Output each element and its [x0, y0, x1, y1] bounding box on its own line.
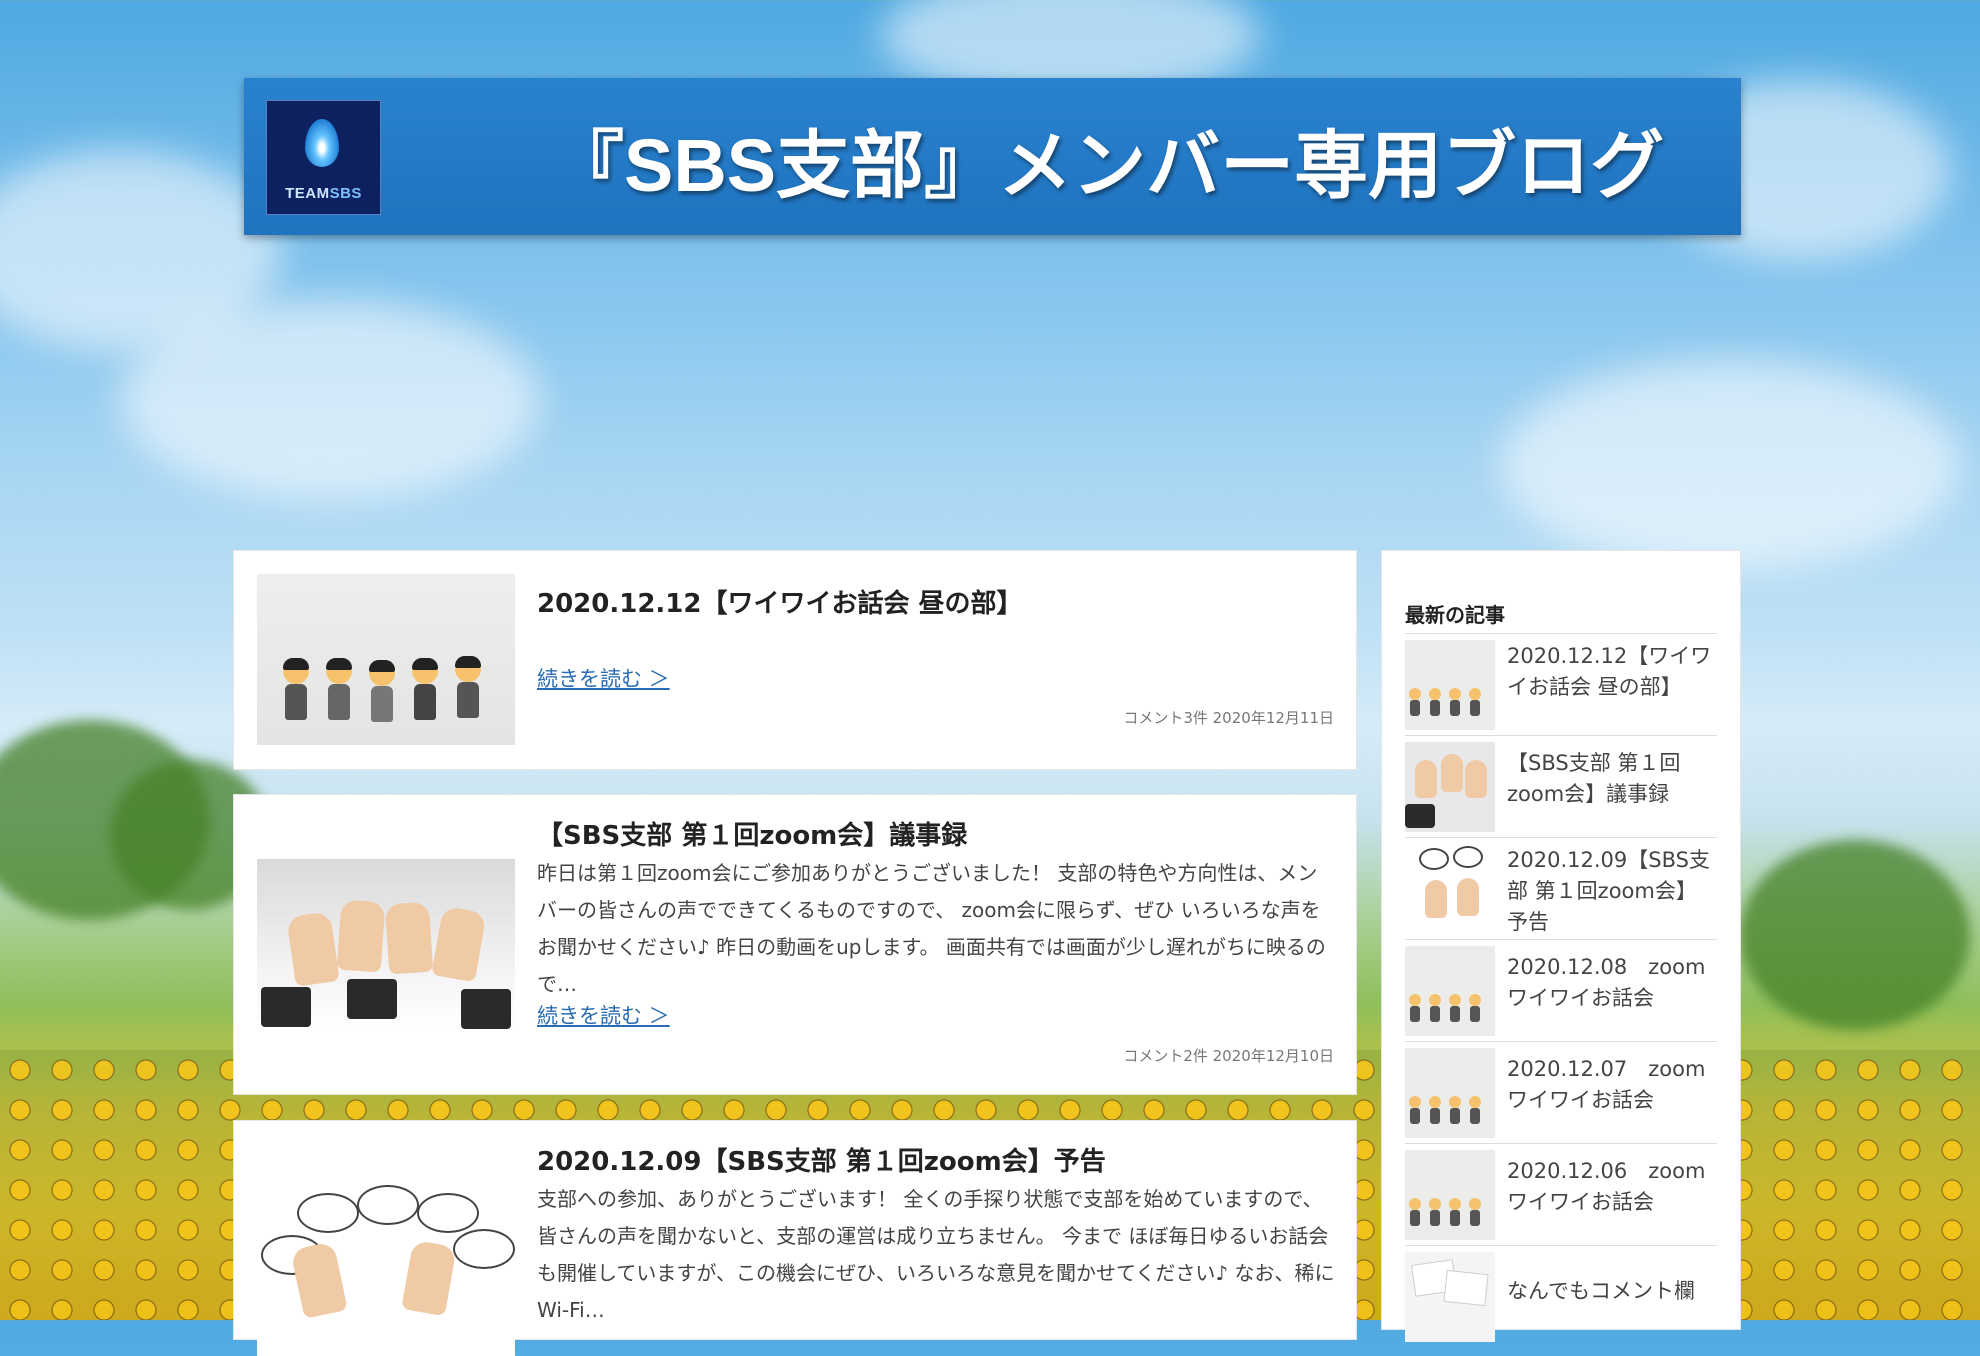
recent-post-thumbnail — [1405, 844, 1495, 934]
post-title[interactable]: 2020.12.12【ワイワイお話会 昼の部】 — [537, 583, 1023, 620]
recent-post-item[interactable]: 2020.12.09【SBS支部 第１回zoom会】予告 — [1405, 837, 1717, 939]
sidebar-heading: 最新の記事 — [1405, 603, 1505, 627]
post-thumbnail[interactable] — [257, 859, 515, 1030]
recent-post-item[interactable]: 2020.12.06 zoom ワイワイお話会 — [1405, 1143, 1717, 1245]
recent-post-label[interactable]: なんでもコメント欄 — [1507, 1276, 1712, 1307]
recent-post-thumbnail — [1405, 1150, 1495, 1240]
flame-icon — [305, 119, 339, 167]
recent-posts-list: 2020.12.12【ワイワイお話会 昼の部】 【SBS支部 第１回zoom会】… — [1405, 633, 1717, 1347]
recent-post-label[interactable]: 2020.12.09【SBS支部 第１回zoom会】予告 — [1507, 845, 1712, 938]
team-sbs-logo[interactable]: TEAMSBS — [266, 100, 381, 215]
recent-post-label[interactable]: 【SBS支部 第１回zoom会】議事録 — [1507, 748, 1712, 810]
recent-post-label[interactable]: 2020.12.06 zoom ワイワイお話会 — [1507, 1156, 1712, 1218]
read-more-link[interactable]: 続きを読む ＞ — [537, 663, 670, 693]
recent-post-thumbnail — [1405, 1048, 1495, 1138]
post-meta: コメント3件 2020年12月11日 — [1123, 709, 1334, 727]
post-title[interactable]: 【SBS支部 第１回zoom会】議事録 — [537, 815, 967, 852]
recent-post-thumbnail — [1405, 946, 1495, 1036]
logo-text: TEAMSBS — [285, 185, 362, 202]
post-card: 2020.12.12【ワイワイお話会 昼の部】 続きを読む ＞ コメント3件 2… — [233, 550, 1357, 770]
recent-post-label[interactable]: 2020.12.07 zoom ワイワイお話会 — [1507, 1054, 1712, 1116]
recent-post-item[interactable]: 2020.12.12【ワイワイお話会 昼の部】 — [1405, 633, 1717, 735]
recent-post-label[interactable]: 2020.12.12【ワイワイお話会 昼の部】 — [1507, 641, 1712, 703]
post-excerpt: 昨日は第１回zoom会にご参加ありがとうございました！ 支部の特色や方向性は、メ… — [537, 861, 1326, 996]
recent-post-item[interactable]: 【SBS支部 第１回zoom会】議事録 — [1405, 735, 1717, 837]
recent-post-item[interactable]: 2020.12.08 zoom ワイワイお話会 — [1405, 939, 1717, 1041]
recent-post-item[interactable]: 2020.12.07 zoom ワイワイお話会 — [1405, 1041, 1717, 1143]
recent-post-thumbnail — [1405, 742, 1495, 832]
recent-post-item[interactable]: なんでもコメント欄 — [1405, 1245, 1717, 1347]
post-title[interactable]: 2020.12.09【SBS支部 第１回zoom会】予告 — [537, 1141, 1106, 1178]
recent-post-thumbnail — [1405, 1252, 1495, 1342]
post-excerpt: 支部への参加、ありがとうございます！ 全くの手探り状態で支部を始めていますので、… — [537, 1187, 1335, 1322]
recent-post-label[interactable]: 2020.12.08 zoom ワイワイお話会 — [1507, 952, 1712, 1014]
recent-post-thumbnail — [1405, 640, 1495, 730]
post-card: 【SBS支部 第１回zoom会】議事録 昨日は第１回zoom会にご参加ありがとう… — [233, 794, 1357, 1095]
post-thumbnail[interactable] — [257, 574, 515, 745]
post-card: 2020.12.09【SBS支部 第１回zoom会】予告 支部への参加、ありがと… — [233, 1120, 1357, 1356]
site-header: TEAMSBS 『SBS支部』メンバー専用ブログ — [244, 78, 1741, 235]
sidebar-recent-posts: 最新の記事 2020.12.12【ワイワイお話会 昼の部】 【SBS支部 第１回… — [1381, 550, 1741, 1342]
read-more-link[interactable]: 続きを読む ＞ — [537, 1000, 670, 1030]
site-title[interactable]: 『SBS支部』メンバー専用ブログ — [550, 106, 1670, 213]
post-thumbnail[interactable] — [257, 1185, 515, 1356]
post-meta: コメント2件 2020年12月10日 — [1123, 1047, 1334, 1065]
